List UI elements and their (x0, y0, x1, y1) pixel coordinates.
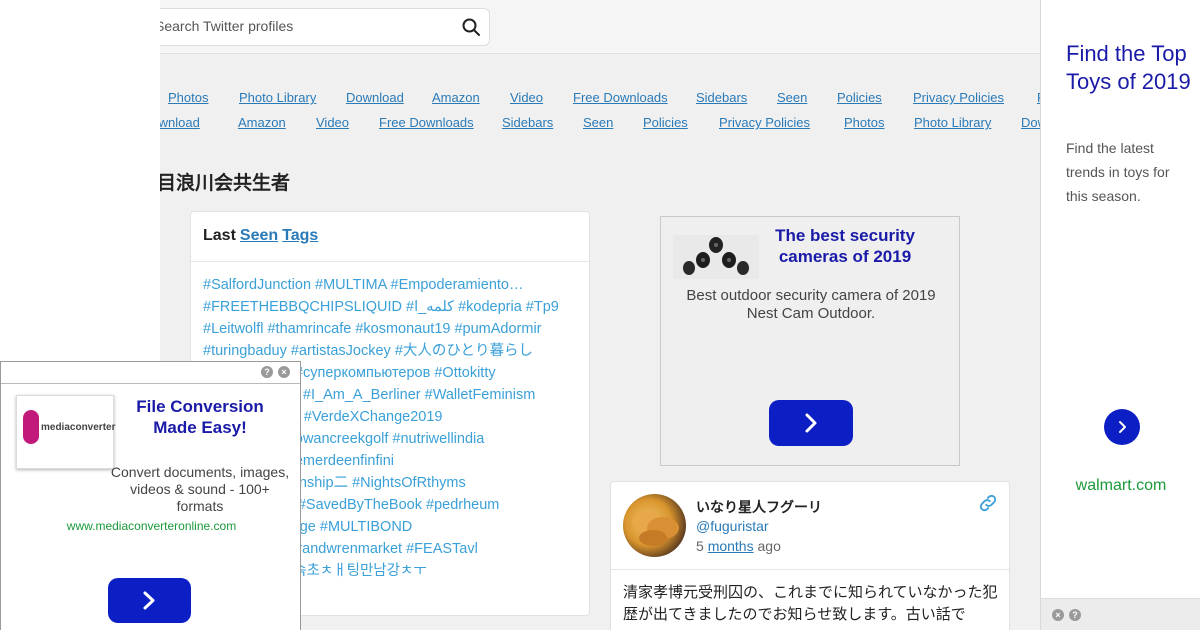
nav-link-privacy-policies[interactable]: Privacy Policies (719, 115, 810, 130)
camera-thumbnail-image (673, 235, 759, 279)
nav-link-policies[interactable]: Policies (837, 90, 882, 105)
avatar[interactable] (623, 494, 686, 557)
nav-link-sidebars[interactable]: Sidebars (696, 90, 747, 105)
security-camera-ad[interactable]: The best security cameras of 2019 Best o… (660, 216, 960, 466)
help-icon[interactable]: ? (261, 366, 273, 378)
nav-link-video[interactable]: Video (316, 115, 349, 130)
age-suffix: ago (757, 538, 781, 554)
advertiser-logo[interactable]: mediaconverter (16, 395, 116, 469)
ad-description: Convert documents, images, videos & soun… (110, 464, 290, 514)
tag-line[interactable]: #Leitwolfl #thamrincafe #kosmonaut19 #pu… (203, 318, 589, 340)
heading-link-seen[interactable]: Seen (240, 227, 278, 244)
post-age: 5 months ago (696, 538, 781, 554)
ad-title[interactable]: File Conversion Made Easy! (121, 396, 279, 438)
chevron-right-icon (143, 591, 155, 610)
ad-description: Find the latest trends in toys for this … (1066, 140, 1170, 204)
nav-link-privacy-policies[interactable]: Privacy Policies (913, 90, 1004, 105)
media-converter-ad[interactable]: ? × mediaconverter File Conversion Made … (0, 361, 301, 630)
heading-prefix: Last (203, 227, 236, 244)
ad-open-button[interactable] (108, 578, 191, 623)
logo-text: mediaconverter (41, 422, 116, 433)
nav-link-download[interactable]: Download (346, 90, 404, 105)
tags-card-heading: Last Seen Tags (203, 227, 318, 245)
nav-link-policies[interactable]: Policies (643, 115, 688, 130)
nav-link-free-downloads[interactable]: Free Downloads (573, 90, 668, 105)
link-icon[interactable] (977, 492, 999, 514)
chevron-right-icon (805, 413, 817, 433)
tag-line[interactable]: #FREETHEBBQCHIPSLIQUID #كلمه_ا #kodepria… (203, 296, 589, 318)
nav-link-amazon[interactable]: Amazon (432, 90, 480, 105)
ad-control-bar: × ? (1041, 598, 1200, 630)
tags-card-header: Last Seen Tags (191, 212, 589, 262)
search-input[interactable] (160, 18, 445, 34)
search-box[interactable] (160, 8, 490, 46)
nav-link-amazon[interactable]: Amazon (238, 115, 286, 130)
age-number: 5 (696, 538, 704, 554)
ad-open-button[interactable] (769, 400, 853, 446)
ad-domain[interactable]: www.mediaconverteronline.com (1, 519, 302, 533)
age-unit-link[interactable]: months (708, 538, 754, 554)
tweet-card: いなり星人フグーリ @fuguristar 5 months ago 清家孝博元… (610, 481, 1010, 630)
ad-control-bar: ? × (1, 362, 300, 384)
page-title: 目浪川会共生者 (160, 173, 291, 194)
nav-link-video[interactable]: Video (510, 90, 543, 105)
close-icon[interactable]: × (278, 366, 290, 378)
nav-link-photo-library[interactable]: Photo Library (239, 90, 316, 105)
toys-ad-sidebar[interactable]: Find the Top Toys of 2019 Find the lates… (1040, 0, 1200, 630)
profile-name[interactable]: いなり星人フグーリ (696, 497, 822, 517)
nav-link-seen[interactable]: Seen (777, 90, 807, 105)
profile-handle[interactable]: @fuguristar (696, 518, 769, 534)
ad-title[interactable]: Find the Top Toys of 2019 (1066, 40, 1196, 96)
tag-line[interactable]: #turingbaduy #artistasJockey #大人のひとり暮らし (203, 340, 589, 362)
top-bar (160, 0, 1040, 54)
ad-domain[interactable]: walmart.com (1041, 477, 1200, 495)
nav-link-truncated[interactable]: Dow (1021, 115, 1040, 130)
nav-link-sidebars[interactable]: Sidebars (502, 115, 553, 130)
tag-line[interactable]: #SalfordJunction #MULTIMA #Empoderamient… (203, 274, 589, 296)
nav-link-seen[interactable]: Seen (583, 115, 613, 130)
ad-open-button[interactable] (1104, 409, 1140, 445)
ad-description: Best outdoor security camera of 2019 Nes… (686, 287, 936, 322)
nav-link-photo-library[interactable]: Photo Library (914, 115, 991, 130)
close-icon[interactable]: × (1052, 609, 1064, 621)
search-icon[interactable] (461, 17, 481, 37)
nav-link-download[interactable]: Download (160, 115, 200, 130)
chevron-right-icon (1119, 421, 1126, 433)
logo-mark (23, 410, 39, 444)
heading-link-tags[interactable]: Tags (282, 227, 318, 244)
tweet-text: 清家孝博元受刑囚の、これまでに知られていなかった犯歴が出てきましたのでお知らせ致… (623, 584, 998, 623)
avatar-image (632, 511, 679, 546)
ad-title[interactable]: The best security cameras of 2019 (765, 225, 925, 267)
nav-link-photos[interactable]: Photos (168, 90, 208, 105)
nav-link-photos[interactable]: Photos (844, 115, 884, 130)
divider (611, 569, 1009, 570)
help-icon[interactable]: ? (1069, 609, 1081, 621)
nav-link-free-downloads[interactable]: Free Downloads (379, 115, 474, 130)
